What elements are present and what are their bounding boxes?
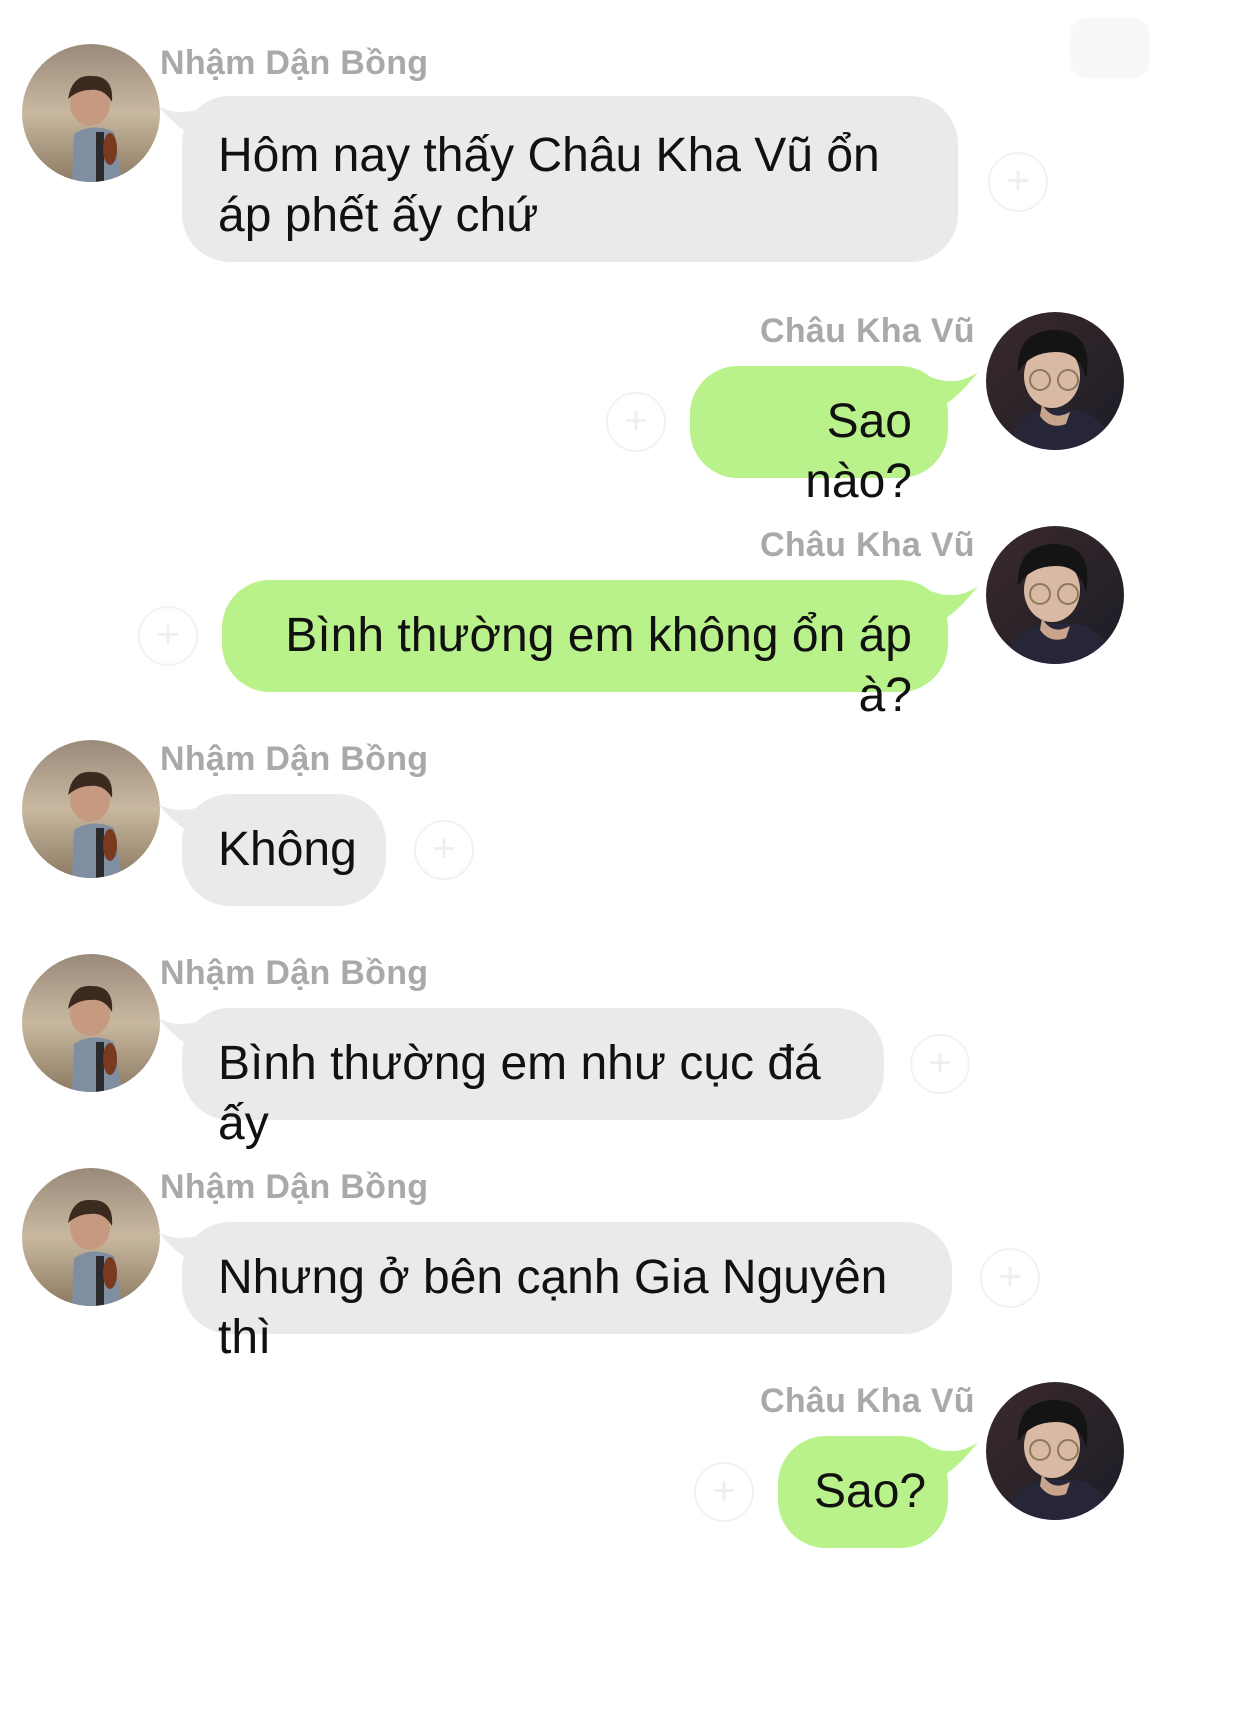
faded-overlay xyxy=(1070,18,1150,78)
message-bubble[interactable]: Sao nào? xyxy=(690,366,948,508)
add-reaction-icon[interactable]: + xyxy=(694,1462,754,1522)
avatar-outgoing[interactable] xyxy=(986,526,1124,664)
sender-name: Châu Kha Vũ xyxy=(760,526,975,564)
avatar-incoming[interactable] xyxy=(22,740,160,878)
add-reaction-icon[interactable]: + xyxy=(414,820,474,880)
message-text: Hôm nay thấy Châu Kha Vũ ổn áp phết ấy c… xyxy=(218,129,880,242)
add-reaction-icon[interactable]: + xyxy=(980,1248,1040,1308)
message-text: Bình thường em không ổn áp à? xyxy=(285,609,912,722)
add-reaction-icon[interactable]: + xyxy=(910,1034,970,1094)
message-bubble[interactable]: Sao? xyxy=(778,1436,948,1548)
avatar-outgoing[interactable] xyxy=(986,312,1124,450)
add-reaction-icon[interactable]: + xyxy=(988,152,1048,212)
sender-name: Châu Kha Vũ xyxy=(760,312,975,350)
chat-thread: Nhậm Dận Bồng Hôm nay thấy Châu Kha Vũ ổ… xyxy=(0,0,1242,1720)
avatar-incoming[interactable] xyxy=(22,1168,160,1306)
avatar-outgoing[interactable] xyxy=(986,1382,1124,1520)
avatar-incoming[interactable] xyxy=(22,954,160,1092)
message-text: Không xyxy=(218,823,357,876)
sender-name: Nhậm Dận Bồng xyxy=(160,740,429,778)
message-bubble[interactable]: Nhưng ở bên cạnh Gia Nguyên thì xyxy=(182,1222,952,1364)
message-text: Sao nào? xyxy=(805,395,912,508)
sender-name: Nhậm Dận Bồng xyxy=(160,44,429,82)
message-text: Sao? xyxy=(814,1465,927,1518)
avatar-incoming[interactable] xyxy=(22,44,160,182)
sender-name: Nhậm Dận Bồng xyxy=(160,954,429,992)
message-bubble[interactable]: Không xyxy=(182,794,386,906)
message-bubble[interactable]: Bình thường em không ổn áp à? xyxy=(222,580,948,722)
message-text: Bình thường em như cục đá ấy xyxy=(218,1037,821,1150)
sender-name: Nhậm Dận Bồng xyxy=(160,1168,429,1206)
message-text: Nhưng ở bên cạnh Gia Nguyên thì xyxy=(218,1251,888,1364)
add-reaction-icon[interactable]: + xyxy=(138,606,198,666)
sender-name: Châu Kha Vũ xyxy=(760,1382,975,1420)
message-bubble[interactable]: Bình thường em như cục đá ấy xyxy=(182,1008,884,1150)
add-reaction-icon[interactable]: + xyxy=(606,392,666,452)
message-bubble[interactable]: Hôm nay thấy Châu Kha Vũ ổn áp phết ấy c… xyxy=(182,96,958,262)
